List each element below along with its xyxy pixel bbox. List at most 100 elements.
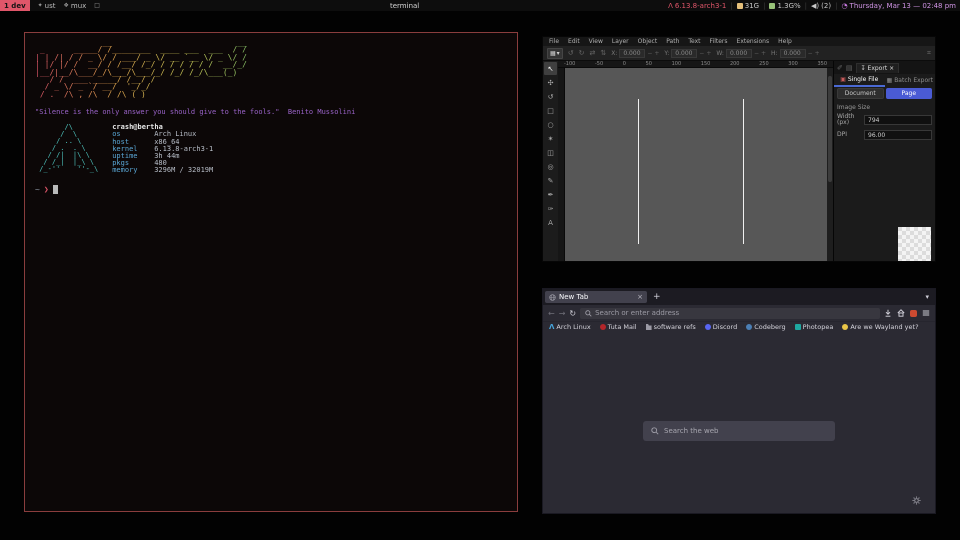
increment-button[interactable]: + (815, 50, 820, 57)
document-scope-button[interactable]: Document (837, 88, 884, 99)
menu-text[interactable]: Text (688, 38, 700, 45)
increment-button[interactable]: + (761, 50, 766, 57)
bookmark-item[interactable]: Discord (705, 323, 737, 331)
menu-hamburger-icon[interactable] (922, 309, 930, 317)
rotate-ccw-icon[interactable]: ↺ (568, 49, 574, 57)
pencil-tool[interactable]: ✎ (544, 174, 557, 187)
width-input[interactable]: 794 (864, 115, 932, 125)
decrement-button[interactable]: − (699, 50, 704, 57)
page-scope-button[interactable]: Page (886, 88, 933, 99)
scrollbar-thumb[interactable] (828, 76, 832, 182)
spiral-tool[interactable]: ◎ (544, 160, 557, 173)
field-value[interactable]: 0.000 (671, 49, 697, 58)
web-search-input[interactable]: Search the web (643, 421, 835, 441)
dpi-input[interactable]: 96.00 (864, 130, 932, 140)
fill-stroke-dialog-icon[interactable]: ✐ (837, 64, 843, 72)
increment-button[interactable]: + (654, 50, 659, 57)
volume-icon: ◀) (811, 2, 819, 10)
horizontal-ruler: -100-50050100150200250300350 (558, 61, 833, 68)
selector-tool[interactable]: ↖ (544, 62, 557, 75)
ublock-extension-icon[interactable] (910, 310, 917, 317)
bookmark-label: software refs (654, 323, 696, 331)
export-scope-buttons: Document Page (834, 86, 935, 101)
snap-controls-icon[interactable]: ⌗ (927, 49, 931, 58)
url-bar[interactable]: Search or enter address (580, 308, 880, 319)
ellipse-tool[interactable]: ○ (544, 118, 557, 131)
software-refs-icon (646, 324, 652, 330)
bookmark-item[interactable]: Photopea (795, 323, 834, 331)
text-tool[interactable]: A (544, 216, 557, 229)
layers-dialog-icon[interactable]: ▤ (846, 64, 853, 72)
selection-options-dropdown[interactable]: ▦▾ (547, 48, 563, 59)
bookmark-item[interactable]: software refs (646, 323, 696, 331)
disk-module: 31G (737, 2, 759, 10)
node-tool[interactable]: ✣ (544, 76, 557, 89)
rectangle-tool[interactable]: □ (544, 104, 557, 117)
disk-usage: 31G (745, 2, 759, 10)
new-tab-button[interactable]: + (653, 292, 661, 302)
bookmark-item[interactable]: ΛArch Linux (549, 323, 591, 331)
flip-horizontal-icon[interactable]: ⇄ (589, 49, 595, 57)
list-tabs-chevron-icon[interactable]: ▾ (925, 293, 933, 301)
home-icon[interactable] (897, 309, 905, 317)
url-placeholder: Search or enter address (595, 309, 679, 317)
quote-line: "Silence is the only answer you should g… (35, 108, 507, 116)
field-value[interactable]: 0.000 (619, 49, 645, 58)
flip-vertical-icon[interactable]: ⇅ (600, 49, 606, 57)
pen-tool[interactable]: ✒ (544, 188, 557, 201)
forward-button[interactable]: → (559, 309, 566, 318)
tab-single-file[interactable]: ▣ Single File (834, 74, 885, 87)
field-label: Y: (664, 50, 669, 57)
fetch-rows: osArch Linuxhostx86_64kernel6.13.8-arch3… (112, 131, 213, 174)
menu-filters[interactable]: Filters (710, 38, 728, 45)
workspace-active-badge[interactable]: 1 dev (0, 0, 30, 11)
geometry-fields: X:0.000−+Y:0.000−+W:0.000−+H:0.000−+ (611, 49, 819, 58)
tab-batch-export[interactable]: ▦ Batch Export (885, 75, 936, 86)
menu-help[interactable]: Help (778, 38, 792, 45)
shape-builder-tool[interactable]: ↺ (544, 90, 557, 103)
active-tab[interactable]: New Tab × (545, 291, 647, 303)
box3d-tool[interactable]: ◫ (544, 146, 557, 159)
menu-path[interactable]: Path (666, 38, 679, 45)
increment-button[interactable]: + (706, 50, 711, 57)
decrement-button[interactable]: − (754, 50, 759, 57)
menu-edit[interactable]: Edit (568, 38, 580, 45)
shell-prompt[interactable]: ~ ❯ (35, 185, 507, 194)
tab-close-icon[interactable]: × (637, 293, 643, 301)
workspace-item[interactable]: ✦ust (38, 2, 56, 10)
decrement-button[interactable]: − (808, 50, 813, 57)
terminal-cursor (53, 185, 58, 194)
geometry-field-w: W:0.000−+ (716, 49, 766, 58)
close-icon[interactable]: × (889, 65, 894, 72)
menu-view[interactable]: View (589, 38, 603, 45)
bookmark-item[interactable]: Tuta Mail (600, 323, 637, 331)
bookmark-label: Are we Wayland yet? (850, 323, 918, 331)
back-button[interactable]: ← (548, 309, 555, 318)
single-file-icon: ▣ (840, 76, 846, 83)
menu-file[interactable]: File (549, 38, 559, 45)
clock-module: ◔ Thursday, Mar 13 — 02:48 pm (841, 2, 956, 10)
calligraphy-tool[interactable]: ✑ (544, 202, 557, 215)
workspace-item[interactable]: □ (94, 2, 100, 10)
export-panel: ✐ ▤ ↧ Export × ▣ Single File ▦ Ba (833, 61, 935, 261)
export-dialog-tab[interactable]: ↧ Export × (856, 63, 900, 73)
volume-module[interactable]: ◀) (2) (811, 2, 831, 10)
menu-layer[interactable]: Layer (612, 38, 629, 45)
page-settings-gear-icon[interactable] (912, 496, 921, 505)
field-value[interactable]: 0.000 (726, 49, 752, 58)
menu-object[interactable]: Object (638, 38, 658, 45)
downloads-icon[interactable] (884, 309, 892, 317)
bookmark-item[interactable]: Codeberg (746, 323, 785, 331)
separator: | (730, 2, 732, 10)
rotate-cw-icon[interactable]: ↻ (579, 49, 585, 57)
reload-button[interactable]: ↻ (569, 309, 576, 318)
field-value[interactable]: 0.000 (780, 49, 806, 58)
bookmark-item[interactable]: Are we Wayland yet? (842, 323, 918, 331)
menu-extensions[interactable]: Extensions (737, 38, 770, 45)
terminal-window[interactable]: __ __ _ _____/ /________ ____ ___ ___ / … (24, 32, 518, 512)
inkscape-canvas[interactable] (565, 68, 827, 261)
globe-icon (549, 294, 556, 301)
workspace-item[interactable]: ❖mux (64, 2, 87, 10)
decrement-button[interactable]: − (647, 50, 652, 57)
star-tool[interactable]: ✶ (544, 132, 557, 145)
